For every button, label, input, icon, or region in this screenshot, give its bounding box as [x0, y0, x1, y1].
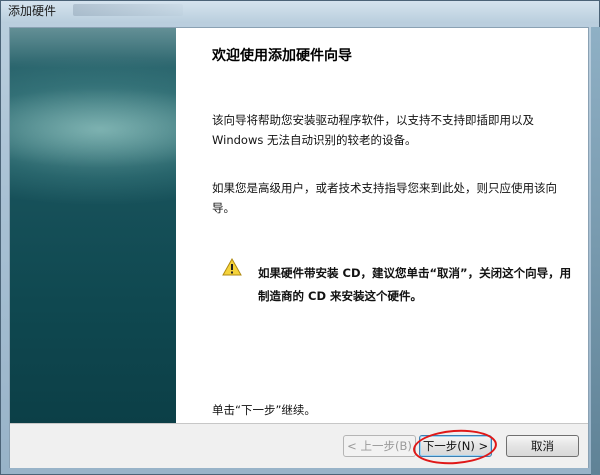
wizard-body: 欢迎使用添加硬件向导 该向导将帮助您安装驱动程序软件，以支持不支持即插即用以及 …: [9, 27, 589, 468]
page-title: 欢迎使用添加硬件向导: [212, 48, 352, 64]
cd-warning-text: 如果硬件带安装 CD，建议您单击“取消”，关闭这个向导，用制造商的 CD 来安装…: [258, 266, 572, 303]
banner-swoosh-inner: [10, 88, 176, 168]
window-title: 添加硬件: [8, 4, 57, 18]
advanced-user-note: 如果您是高级用户，或者技术支持指导您来到此处，则只应使用该向导。: [212, 181, 557, 215]
continue-hint: 单击“下一步”继续。: [212, 403, 316, 417]
background-edge: [591, 27, 600, 475]
title-bar: 添加硬件: [1, 1, 599, 23]
cancel-button[interactable]: 取消: [506, 435, 579, 457]
wizard-side-banner: [10, 28, 176, 423]
wizard-content: 欢迎使用添加硬件向导 该向导将帮助您安装驱动程序软件，以支持不支持即插即用以及 …: [176, 28, 588, 423]
warning-icon: [222, 258, 242, 276]
next-button[interactable]: 下一步(N) >: [419, 435, 492, 457]
back-button[interactable]: < 上一步(B): [343, 435, 416, 457]
intro-text: 该向导将帮助您安装驱动程序软件，以支持不支持即插即用以及 Windows 无法自…: [212, 113, 534, 147]
title-bar-reflection: [73, 4, 183, 16]
button-bar: < 上一步(B) 下一步(N) > 取消: [10, 424, 588, 468]
add-hardware-window: 添加硬件 欢迎使用添加硬件向导 该向导将帮助您安装驱动程序软件，以支持不支持即插…: [0, 0, 600, 475]
